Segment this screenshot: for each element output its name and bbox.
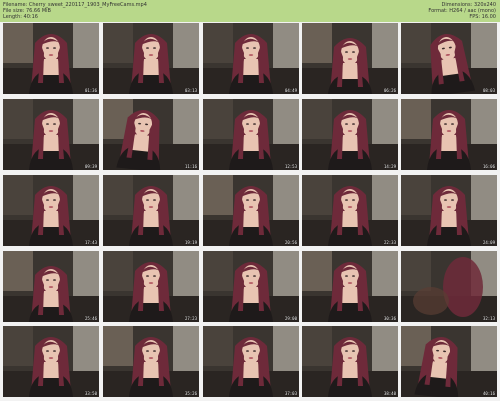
frame-image — [401, 23, 497, 94]
frame-image — [3, 175, 99, 246]
video-thumbnail: 24:09 — [401, 175, 497, 246]
length-row: Length: 40:16 — [3, 14, 147, 20]
thumbnail-timestamp: 22:33 — [383, 240, 396, 245]
video-thumbnail: 04:49 — [203, 23, 299, 94]
thumbnail-timestamp: 08:03 — [482, 88, 495, 93]
thumbnail-timestamp: 33:50 — [84, 391, 97, 396]
frame-image — [103, 175, 199, 246]
video-thumbnail: 20:56 — [203, 175, 299, 246]
frame-image — [3, 251, 99, 322]
frame-image — [203, 99, 299, 170]
frame-image — [203, 175, 299, 246]
video-thumbnail: 17:43 — [3, 175, 99, 246]
video-thumbnail: 16:06 — [401, 99, 497, 170]
frame-image — [401, 326, 497, 397]
thumbnail-timestamp: 30:36 — [383, 316, 396, 321]
frame-image — [401, 99, 497, 170]
format-label: Format: — [428, 8, 448, 14]
frame-image — [302, 99, 398, 170]
thumbnail-timestamp: 29:00 — [284, 316, 297, 321]
thumbnail-timestamp: 16:06 — [482, 164, 495, 169]
thumbnail-timestamp: 27:23 — [184, 316, 197, 321]
video-thumbnail: 35:26 — [103, 326, 199, 397]
video-thumbnail: 22:33 — [302, 175, 398, 246]
video-thumbnail: 01:36 — [3, 23, 99, 94]
video-thumbnail: 29:00 — [203, 251, 299, 322]
length-value: 40:16 — [23, 14, 38, 20]
frame-image — [302, 175, 398, 246]
frame-image — [302, 23, 398, 94]
frame-image — [203, 326, 299, 397]
thumbnail-timestamp: 20:56 — [284, 240, 297, 245]
frame-image — [203, 251, 299, 322]
thumbnail-timestamp: 38:40 — [383, 391, 396, 396]
video-thumbnail: 27:23 — [103, 251, 199, 322]
video-thumbnail: 32:13 — [401, 251, 497, 322]
info-header: Filename: Cherry_sweet_220117_1903_MyFre… — [0, 0, 500, 22]
thumbnail-timestamp: 32:13 — [482, 316, 495, 321]
frame-image — [302, 326, 398, 397]
video-thumbnail: 12:53 — [203, 99, 299, 170]
frame-image — [401, 251, 497, 322]
fps-value: 16.00 — [481, 14, 496, 20]
thumbnail-timestamp: 14:29 — [383, 164, 396, 169]
frame-image — [401, 175, 497, 246]
video-thumbnail: 38:40 — [302, 326, 398, 397]
video-thumbnail: 25:46 — [3, 251, 99, 322]
video-thumbnail: 37:03 — [203, 326, 299, 397]
thumbnail-timestamp: 17:43 — [84, 240, 97, 245]
length-label: Length: — [3, 14, 22, 20]
thumbnail-timestamp: 24:09 — [482, 240, 495, 245]
video-thumbnail: 33:50 — [3, 326, 99, 397]
video-thumbnail: 19:19 — [103, 175, 199, 246]
frame-image — [302, 251, 398, 322]
thumbnail-timestamp: 12:53 — [284, 164, 297, 169]
frame-image — [103, 23, 199, 94]
frame-image — [103, 251, 199, 322]
video-thumbnail: 06:26 — [302, 23, 398, 94]
frame-image — [3, 99, 99, 170]
file-info-left: Filename: Cherry_sweet_220117_1903_MyFre… — [3, 2, 147, 20]
video-thumbnail: 14:29 — [302, 99, 398, 170]
thumbnail-timestamp: 19:19 — [184, 240, 197, 245]
fps-row: FPS: 16.00 — [428, 14, 496, 20]
frame-image — [3, 23, 99, 94]
video-thumbnail: 40:16 — [401, 326, 497, 397]
frame-image — [103, 326, 199, 397]
video-thumbnail: 08:03 — [401, 23, 497, 94]
thumbnail-timestamp: 37:03 — [284, 391, 297, 396]
thumbnail-timestamp: 11:16 — [184, 164, 197, 169]
thumbnail-timestamp: 03:13 — [184, 88, 197, 93]
thumbnail-timestamp: 01:36 — [84, 88, 97, 93]
fps-label: FPS: — [469, 14, 481, 20]
thumbnail-timestamp: 09:39 — [84, 164, 97, 169]
thumbnail-timestamp: 35:26 — [184, 391, 197, 396]
thumbnail-grid: 01:36 03:13 04:49 06:26 08:03 09:39 11:16 12:53… — [0, 23, 500, 401]
video-thumbnail: 03:13 — [103, 23, 199, 94]
file-info-right: Dimensions: 320x240 Format: H264 / aac (… — [428, 2, 496, 20]
frame-image — [103, 99, 199, 170]
thumbnail-timestamp: 40:16 — [482, 391, 495, 396]
video-thumbnail: 09:39 — [3, 99, 99, 170]
frame-image — [3, 326, 99, 397]
thumbnail-timestamp: 06:26 — [383, 88, 396, 93]
thumbnail-timestamp: 04:49 — [284, 88, 297, 93]
frame-image — [203, 23, 299, 94]
video-thumbnail: 11:16 — [103, 99, 199, 170]
video-thumbnail: 30:36 — [302, 251, 398, 322]
thumbnail-timestamp: 25:46 — [84, 316, 97, 321]
